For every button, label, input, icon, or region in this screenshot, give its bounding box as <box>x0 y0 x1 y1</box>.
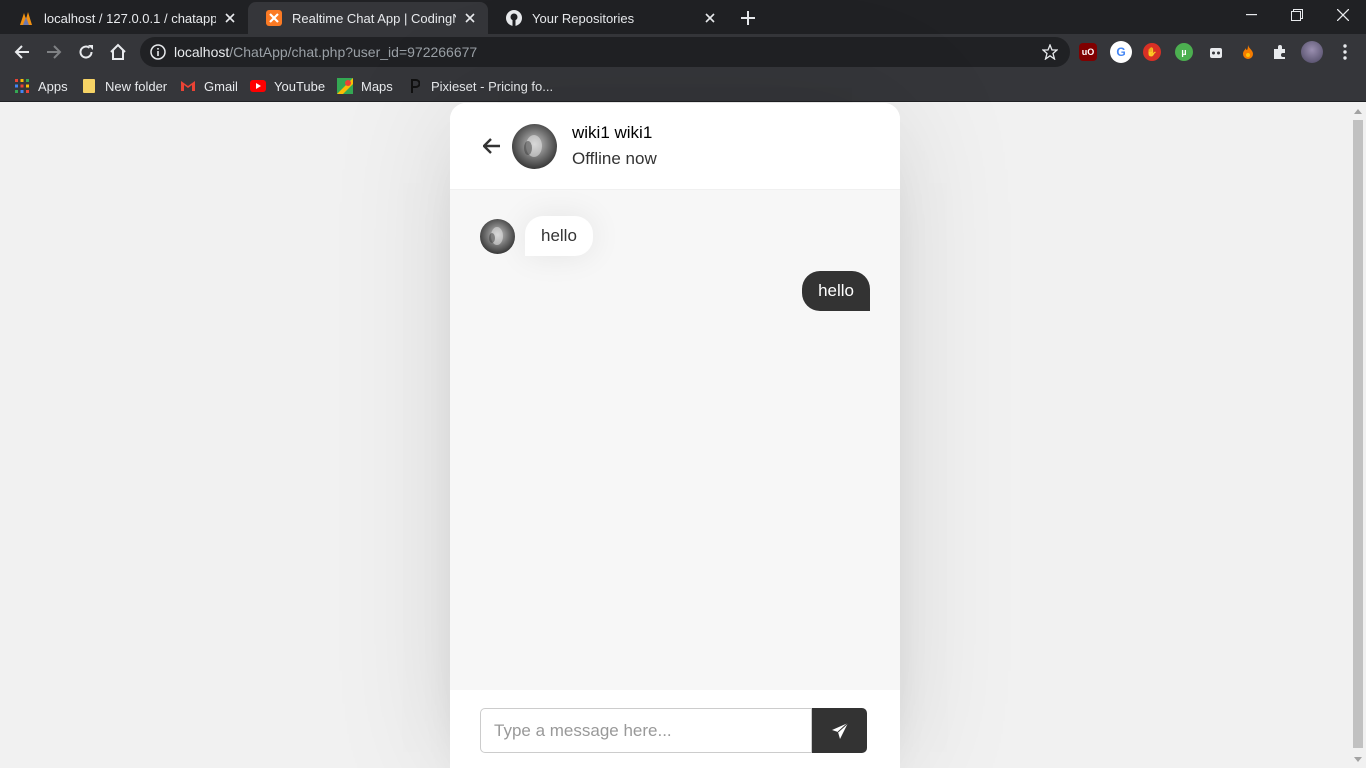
chat-wrapper: wiki1 wiki1 Offline now hello hello Type… <box>450 103 900 768</box>
tab-github[interactable]: Your Repositories <box>488 2 728 34</box>
plus-icon <box>741 11 755 25</box>
tab-realtime-chat[interactable]: Realtime Chat App | CodingNepal <box>248 2 488 34</box>
bookmark-label: YouTube <box>274 78 326 94</box>
close-tab-icon[interactable] <box>222 10 238 26</box>
contact-name: wiki1 wiki1 <box>572 123 653 142</box>
bookmark-apps[interactable]: Apps <box>14 76 68 96</box>
gmail-icon <box>180 78 196 94</box>
paper-plane-icon <box>831 722 848 739</box>
page-background: wiki1 wiki1 Offline now hello hello Type… <box>0 103 1350 768</box>
tab-title: Realtime Chat App | CodingNepal <box>292 10 456 26</box>
bookmark-label: New folder <box>105 78 168 94</box>
message-bubble-incoming: hello <box>525 216 593 256</box>
apps-grid-icon <box>14 78 30 94</box>
outgoing-message: hello <box>802 271 870 311</box>
home-button[interactable] <box>104 38 132 66</box>
bookmark-star-icon[interactable] <box>1042 44 1058 60</box>
address-bar[interactable]: localhost/ChatApp/chat.php?user_id=97226… <box>140 37 1070 67</box>
scroll-down-arrow-icon[interactable] <box>1354 757 1362 762</box>
browser-tab-bar: localhost / 127.0.0.1 / chatapp / r Real… <box>0 0 1366 34</box>
message-bubble-outgoing: hello <box>802 271 870 311</box>
bookmark-label: Maps <box>361 78 393 94</box>
ublock-icon[interactable]: uO <box>1079 43 1097 61</box>
incoming-message: hello <box>480 216 593 256</box>
scroll-thumb[interactable] <box>1353 120 1363 748</box>
page-scrollbar[interactable] <box>1350 103 1366 768</box>
contact-details: wiki1 wiki1 Offline now <box>572 123 657 169</box>
restore-button[interactable] <box>1274 0 1320 30</box>
robot-icon[interactable] <box>1207 43 1225 61</box>
restore-icon <box>1291 9 1303 21</box>
home-icon <box>110 43 126 60</box>
bookmark-new-folder[interactable]: New folder <box>81 76 167 96</box>
browser-toolbar: localhost/ChatApp/chat.php?user_id=97226… <box>0 34 1366 70</box>
bookmark-label: Gmail <box>204 78 238 94</box>
maps-icon <box>337 78 353 94</box>
bookmarks-bar: Apps New folder Gmail YouTube Maps Pixie… <box>0 70 1366 102</box>
bookmark-label: Apps <box>38 78 68 94</box>
phpmyadmin-icon <box>18 10 34 26</box>
utorrent-icon[interactable]: µ <box>1175 43 1193 61</box>
minimize-icon <box>1245 14 1257 16</box>
bookmark-maps[interactable]: Maps <box>337 76 393 96</box>
chat-header: wiki1 wiki1 Offline now <box>450 103 900 190</box>
sender-avatar <box>480 218 515 254</box>
chat-box[interactable]: hello hello <box>450 190 900 690</box>
tab-title: Your Repositories <box>532 10 635 26</box>
bookmark-youtube[interactable]: YouTube <box>250 76 325 96</box>
youtube-icon <box>250 78 266 94</box>
bookmark-gmail[interactable]: Gmail <box>180 76 238 96</box>
fire-icon[interactable] <box>1239 43 1257 61</box>
close-icon <box>1337 9 1349 21</box>
forward-button[interactable] <box>40 38 68 66</box>
bookmark-label: Pixieset - Pricing fo... <box>431 78 554 94</box>
github-icon <box>506 10 522 26</box>
contact-status: Offline now <box>572 149 657 168</box>
close-tab-icon[interactable] <box>702 10 718 26</box>
back-button[interactable] <box>8 38 36 66</box>
new-tab-button[interactable] <box>734 4 762 32</box>
close-window-button[interactable] <box>1320 0 1366 30</box>
reload-icon <box>79 45 93 59</box>
scroll-up-arrow-icon[interactable] <box>1354 109 1362 114</box>
minimize-button[interactable] <box>1228 0 1274 30</box>
typing-area <box>450 690 900 768</box>
pixieset-icon <box>407 78 423 94</box>
bookmark-pixieset[interactable]: Pixieset - Pricing fo... <box>407 76 553 96</box>
folder-icon <box>81 78 97 94</box>
xampp-icon <box>266 10 282 26</box>
arrow-left-icon <box>14 45 29 59</box>
extensions-puzzle-icon[interactable] <box>1271 43 1289 61</box>
menu-kebab-icon[interactable] <box>1336 43 1354 61</box>
profile-avatar[interactable] <box>1301 41 1323 63</box>
info-icon[interactable] <box>150 44 166 60</box>
url-text: localhost/ChatApp/chat.php?user_id=97226… <box>174 44 478 60</box>
close-tab-icon[interactable] <box>462 10 478 26</box>
translate-icon[interactable]: G <box>1110 41 1132 63</box>
back-arrow-icon[interactable] <box>480 134 504 158</box>
message-input[interactable] <box>480 708 812 753</box>
contact-avatar <box>512 123 557 169</box>
arrow-right-icon <box>47 45 62 59</box>
tab-phpmyadmin[interactable]: localhost / 127.0.0.1 / chatapp / r <box>0 2 248 34</box>
hand-stop-icon[interactable]: ✋ <box>1143 43 1161 61</box>
tab-title: localhost / 127.0.0.1 / chatapp / r <box>44 10 216 26</box>
reload-button[interactable] <box>72 38 100 66</box>
send-button[interactable] <box>812 708 867 753</box>
